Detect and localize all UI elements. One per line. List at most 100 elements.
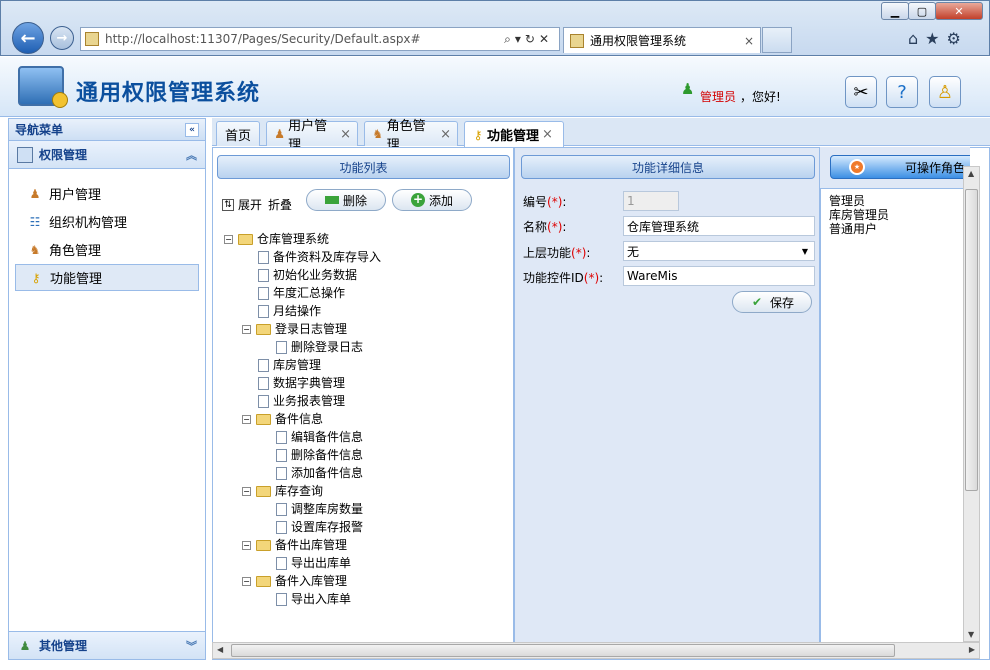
scroll-up-icon[interactable]: ▲	[968, 169, 974, 178]
back-button[interactable]: ←	[12, 22, 44, 54]
chevron-up-icon[interactable]: ︽	[186, 147, 197, 163]
nav-item-org[interactable]: ☷ 组织机构管理	[15, 208, 199, 235]
nav-section-security[interactable]: 权限管理 ︽	[9, 141, 205, 169]
control-id-field[interactable]: WareMis	[623, 266, 815, 286]
parent-select[interactable]: 无 ▼	[623, 241, 815, 261]
expand-link[interactable]: 展开	[238, 196, 262, 213]
logout-icon[interactable]: ♙	[929, 76, 961, 108]
add-button[interactable]: + 添加	[392, 189, 472, 211]
tree-node-label: 库房管理	[273, 358, 322, 372]
scroll-down-icon[interactable]: ▼	[968, 630, 974, 639]
tree-leaf-node[interactable]: 初始化业务数据	[224, 266, 381, 284]
file-icon	[258, 376, 269, 390]
new-tab-button[interactable]	[762, 27, 792, 53]
tree-leaf-node[interactable]: 删除备件信息	[224, 446, 381, 464]
tree-leaf-node[interactable]: 年度汇总操作	[224, 284, 381, 302]
tree-node-label: 导出出库单	[291, 556, 352, 570]
scroll-right-icon[interactable]: ▶	[969, 645, 975, 654]
tree-folder-node[interactable]: − 登录日志管理	[224, 320, 381, 338]
horizontal-scrollbar[interactable]: ◀ ▶	[212, 642, 980, 659]
tree-folder-node[interactable]: − 库存查询	[224, 482, 381, 500]
tree-leaf-node[interactable]: 业务报表管理	[224, 392, 381, 410]
user-icon: ♟	[274, 127, 285, 141]
help-icon[interactable]: ?	[886, 76, 918, 108]
nav-item-users[interactable]: ♟ 用户管理	[15, 180, 199, 207]
close-window-button[interactable]: ✕	[935, 2, 983, 20]
name-field[interactable]: 仓库管理系统	[623, 216, 815, 236]
tools-icon[interactable]: ✂	[845, 76, 877, 108]
tab-site-icon	[570, 33, 584, 48]
tree-leaf-node[interactable]: 月结操作	[224, 302, 381, 320]
tree-node-label: 业务报表管理	[273, 394, 346, 408]
tree-leaf-node[interactable]: 删除登录日志	[224, 338, 381, 356]
tree-leaf-node[interactable]: 数据字典管理	[224, 374, 381, 392]
section-icon	[17, 146, 33, 163]
file-icon	[258, 358, 269, 372]
user-name[interactable]: 管理员	[700, 88, 736, 105]
tree-leaf-node[interactable]: 库房管理	[224, 356, 381, 374]
tab-close-icon[interactable]: ×	[340, 127, 351, 142]
tree-node-label: 设置库存报警	[291, 520, 364, 534]
collapse-toggle-icon[interactable]: −	[242, 540, 251, 550]
tree-folder-node[interactable]: − 备件信息	[224, 410, 381, 428]
key-icon: ⚷	[31, 270, 41, 285]
scroll-thumb[interactable]	[965, 189, 978, 491]
tree-leaf-node[interactable]: 调整库房数量	[224, 500, 381, 518]
file-icon	[276, 520, 287, 534]
tab-close-icon[interactable]: ×	[440, 127, 451, 142]
collapse-link[interactable]: 折叠	[268, 196, 292, 213]
tree-node-label: 备件入库管理	[275, 574, 348, 588]
browser-tools-icon[interactable]: ⌂★⚙	[908, 29, 968, 48]
nav-section-other[interactable]: ♟ 其他管理 ︾	[9, 631, 205, 659]
role-item[interactable]: 管理员	[829, 194, 889, 208]
collapse-toggle-icon[interactable]: −	[242, 486, 251, 496]
collapse-toggle-icon[interactable]: −	[242, 414, 251, 424]
folder-icon	[256, 575, 271, 587]
maximize-button[interactable]: ▢	[908, 2, 936, 20]
browser-tab-close-icon[interactable]: ×	[744, 34, 754, 48]
collapse-toggle-icon[interactable]: −	[242, 576, 251, 586]
browser-tab[interactable]: 通用权限管理系统 ×	[563, 27, 761, 53]
chevron-down-icon[interactable]: ▼	[802, 247, 808, 256]
tree-leaf-node[interactable]: 导出入库单	[224, 590, 381, 608]
tree-folder-node[interactable]: − 备件入库管理	[224, 572, 381, 590]
save-button-label: 保存	[769, 295, 794, 310]
collapse-toggle-icon[interactable]: −	[242, 324, 251, 334]
nav-item-roles[interactable]: ♞ 角色管理	[15, 236, 199, 263]
tab-home[interactable]: 首页	[216, 121, 260, 146]
collapse-nav-icon[interactable]: «	[185, 122, 199, 137]
forward-button[interactable]: →	[50, 26, 74, 50]
save-button[interactable]: ✔ 保存	[732, 291, 812, 313]
app-logo-icon	[18, 66, 68, 108]
tree-folder-node[interactable]: − 仓库管理系统	[224, 230, 381, 248]
tree-leaf-node[interactable]: 编辑备件信息	[224, 428, 381, 446]
field-label-parent: 上层功能(*):	[523, 244, 590, 261]
address-bar[interactable]: http://localhost:11307/Pages/Security/De…	[80, 27, 560, 51]
file-icon	[258, 250, 269, 264]
minimize-button[interactable]: ▁	[881, 2, 909, 20]
chevron-down-icon[interactable]: ︾	[186, 638, 197, 654]
tree-leaf-node[interactable]: 添加备件信息	[224, 464, 381, 482]
tab-roles[interactable]: ♞ 角色管理 ×	[364, 119, 458, 153]
tree-leaf-node[interactable]: 备件资料及库存导入	[224, 248, 381, 266]
delete-button[interactable]: 删除	[306, 189, 386, 211]
address-actions-icon[interactable]: ⌕▾↻✕	[504, 32, 553, 47]
role-item[interactable]: 普通用户	[829, 222, 889, 236]
scroll-left-icon[interactable]: ◀	[217, 645, 223, 654]
tree-node-label: 登录日志管理	[275, 322, 348, 336]
tree-node-label: 仓库管理系统	[257, 232, 330, 246]
parent-select-value: 无	[627, 244, 640, 259]
vertical-scrollbar[interactable]: ▲ ▼	[963, 166, 980, 642]
tree-leaf-node[interactable]: 设置库存报警	[224, 518, 381, 536]
field-label-text: 上层功能	[523, 246, 572, 260]
tree-folder-node[interactable]: − 备件出库管理	[224, 536, 381, 554]
colon: :	[562, 195, 567, 209]
collapse-toggle-icon[interactable]: −	[224, 234, 233, 244]
hscroll-thumb[interactable]	[231, 644, 895, 657]
tab-close-icon[interactable]: ×	[542, 127, 553, 142]
tab-users[interactable]: ♟ 用户管理 ×	[266, 119, 358, 153]
role-item[interactable]: 库房管理员	[829, 208, 889, 222]
nav-item-functions[interactable]: ⚷ 功能管理	[15, 264, 199, 291]
tab-functions[interactable]: ⚷ 功能管理 ×	[464, 121, 564, 147]
tree-leaf-node[interactable]: 导出出库单	[224, 554, 381, 572]
